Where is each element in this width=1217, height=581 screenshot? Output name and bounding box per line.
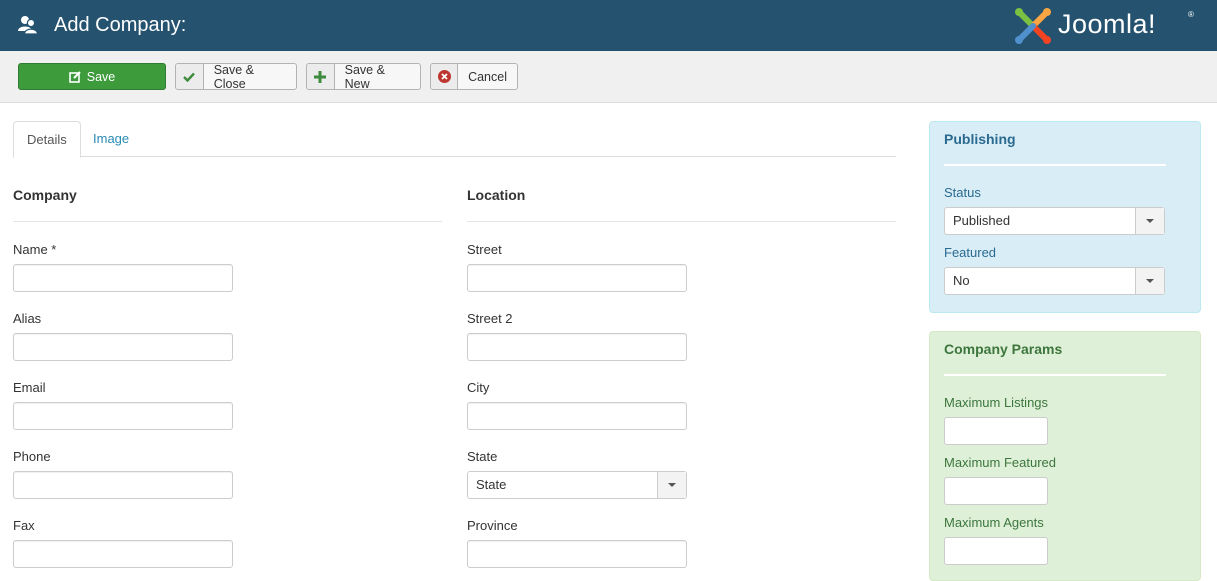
location-section-title: Location	[467, 187, 526, 203]
name-label: Name *	[13, 242, 57, 257]
page-title: Add Company:	[54, 14, 187, 36]
company-params-title: Company Params	[944, 341, 1063, 357]
max-featured-input[interactable]	[944, 477, 1048, 505]
check-icon	[183, 72, 196, 82]
alias-input[interactable]	[13, 333, 233, 361]
save-new-button[interactable]: Save & New	[306, 62, 421, 91]
location-divider	[467, 221, 896, 222]
company-params-panel: Company Params Maximum Listings Maximum …	[929, 331, 1201, 581]
company-params-divider	[944, 374, 1166, 376]
status-select-value: Published	[953, 213, 1011, 228]
street-input[interactable]	[467, 264, 687, 292]
max-featured-label: Maximum Featured	[944, 455, 1056, 470]
joomla-logo-icon	[1015, 8, 1051, 44]
featured-select-value: No	[953, 273, 970, 288]
edit-icon	[68, 70, 81, 83]
email-label: Email	[13, 380, 46, 395]
logo-text: Joomla!	[1058, 9, 1157, 39]
cancel-button[interactable]: Cancel	[430, 63, 518, 90]
state-label: State	[467, 449, 498, 464]
city-label: City	[467, 380, 490, 395]
alias-label: Alias	[13, 311, 42, 326]
max-agents-input[interactable]	[944, 537, 1048, 565]
save-close-button[interactable]: Save & Close	[175, 62, 297, 91]
street-label: Street	[467, 242, 502, 257]
plus-icon	[314, 70, 327, 83]
featured-select[interactable]: No	[944, 267, 1165, 295]
street2-input[interactable]	[467, 333, 687, 361]
publishing-title: Publishing	[944, 131, 1016, 147]
street2-label: Street 2	[467, 311, 513, 326]
status-label: Status	[944, 185, 981, 200]
joomla-logo: Joomla! ®	[1013, 6, 1203, 46]
company-section-title: Company	[13, 187, 77, 203]
company-divider	[13, 221, 442, 222]
save-new-label: Save & New	[344, 62, 385, 91]
state-select-value: State	[476, 477, 507, 492]
state-select[interactable]: State	[467, 471, 687, 499]
tab-bar: Details Image	[13, 121, 896, 158]
max-listings-label: Maximum Listings	[944, 395, 1049, 410]
max-listings-input[interactable]	[944, 417, 1048, 445]
fax-input[interactable]	[13, 540, 233, 568]
featured-label: Featured	[944, 245, 997, 260]
chevron-down-icon	[668, 483, 676, 487]
cancel-icon	[437, 70, 451, 83]
publishing-panel: Publishing Status Published Featured No	[929, 121, 1201, 313]
fax-label: Fax	[13, 518, 35, 533]
province-input[interactable]	[467, 540, 687, 568]
status-select[interactable]: Published	[944, 207, 1165, 235]
name-input[interactable]	[13, 264, 233, 292]
publishing-divider	[944, 164, 1166, 166]
header: Add Company: Joomla! ®	[0, 0, 1217, 51]
save-button[interactable]: Save	[18, 63, 166, 90]
phone-label: Phone	[13, 449, 51, 464]
email-input[interactable]	[13, 402, 233, 430]
logo-registered: ®	[1188, 10, 1194, 19]
save-label: Save	[86, 69, 116, 84]
city-input[interactable]	[467, 402, 687, 430]
province-label: Province	[467, 518, 518, 533]
toolbar: Save Save & Close Save & New Cancel	[0, 51, 1217, 103]
tab-details[interactable]: Details	[13, 121, 81, 158]
chevron-down-icon	[1146, 219, 1154, 223]
cancel-label: Cancel	[468, 69, 507, 84]
chevron-down-icon	[1146, 279, 1154, 283]
phone-input[interactable]	[13, 471, 233, 499]
max-agents-label: Maximum Agents	[944, 515, 1044, 530]
tab-image[interactable]: Image	[80, 121, 142, 157]
users-icon	[18, 16, 39, 35]
save-close-label: Save & Close	[213, 62, 255, 91]
